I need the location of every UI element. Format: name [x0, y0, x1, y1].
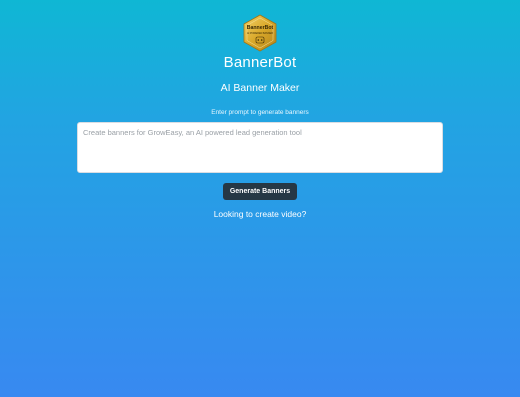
svg-text:AI POWERED BANNER: AI POWERED BANNER: [247, 32, 273, 35]
prompt-label: Enter prompt to generate banners: [211, 109, 309, 116]
prompt-input[interactable]: [77, 122, 443, 173]
generate-banners-button[interactable]: Generate Banners: [222, 183, 298, 200]
app-title: BannerBot: [223, 54, 297, 71]
create-video-link[interactable]: Looking to create video?: [214, 209, 307, 219]
app-subtitle: AI Banner Maker: [220, 82, 300, 94]
main-container: BannerBot AI POWERED BANNER BannerBot AI…: [0, 0, 520, 397]
svg-text:BannerBot: BannerBot: [247, 25, 274, 31]
bannerbot-logo: BannerBot AI POWERED BANNER: [243, 14, 277, 52]
